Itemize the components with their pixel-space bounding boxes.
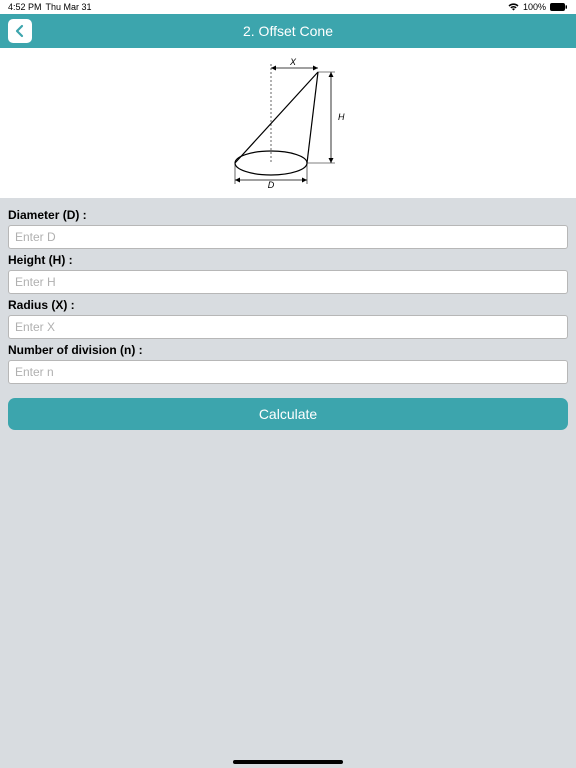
label-divisions: Number of division (n) : xyxy=(8,343,568,357)
status-date: Thu Mar 31 xyxy=(46,2,92,12)
form-area: Diameter (D) : Height (H) : Radius (X) :… xyxy=(0,198,576,438)
label-height: Height (H) : xyxy=(8,253,568,267)
input-divisions[interactable] xyxy=(8,360,568,384)
status-battery: 100% xyxy=(523,2,546,12)
diagram-label-x: X xyxy=(289,58,297,67)
page-title: 2. Offset Cone xyxy=(0,23,576,39)
input-diameter[interactable] xyxy=(8,225,568,249)
status-bar: 4:52 PM Thu Mar 31 100% xyxy=(0,0,576,14)
diagram-label-d: D xyxy=(268,180,275,188)
diagram-label-h: H xyxy=(338,112,345,122)
label-radius: Radius (X) : xyxy=(8,298,568,312)
chevron-left-icon xyxy=(14,24,26,38)
cone-diagram: X H D xyxy=(223,58,353,188)
input-radius[interactable] xyxy=(8,315,568,339)
navbar: 2. Offset Cone xyxy=(0,14,576,48)
wifi-icon xyxy=(508,3,519,11)
label-diameter: Diameter (D) : xyxy=(8,208,568,222)
calculate-button[interactable]: Calculate xyxy=(8,398,568,430)
battery-icon xyxy=(550,3,568,11)
home-indicator xyxy=(233,760,343,764)
back-button[interactable] xyxy=(8,19,32,43)
status-time: 4:52 PM xyxy=(8,2,42,12)
diagram-area: X H D xyxy=(0,48,576,198)
input-height[interactable] xyxy=(8,270,568,294)
